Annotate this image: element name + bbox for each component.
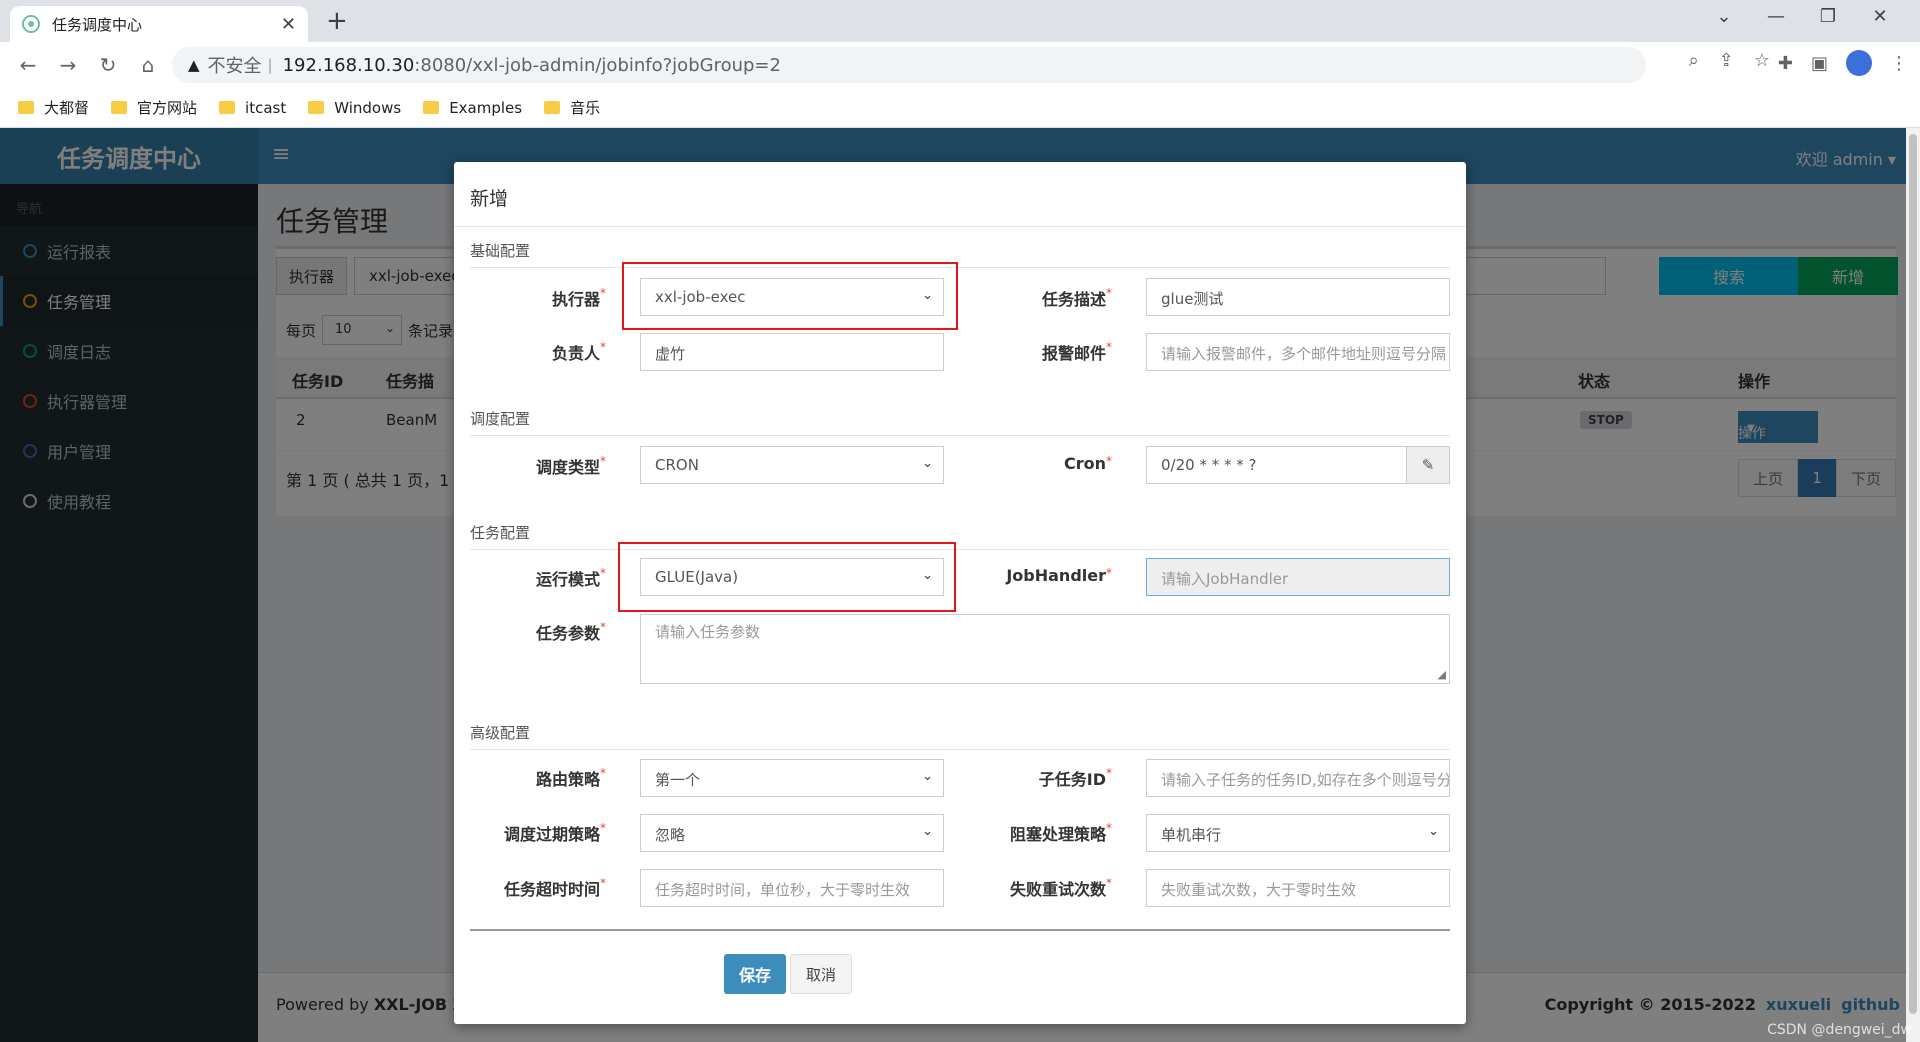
share-icon[interactable]: ⇪	[1719, 50, 1734, 71]
executor-label: 执行器*	[551, 286, 606, 309]
toolbar-right: ✚ ▣ ⋮	[1778, 50, 1908, 76]
bookmark-item[interactable]: Windows	[308, 99, 401, 117]
misfire-label: 调度过期策略*	[503, 821, 606, 844]
folder-icon	[544, 101, 561, 114]
browser-tabstrip: 任务调度中心 ✕ + ⌄ — ❐ ✕	[0, 0, 1920, 42]
job-desc-input[interactable]: glue测试	[1146, 278, 1450, 316]
folder-icon	[111, 101, 128, 114]
warning-icon[interactable]: ▲	[188, 56, 200, 74]
bookmarks-bar: 大都督 官方网站 itcast Windows Examples 音乐	[0, 88, 1920, 128]
tab-title: 任务调度中心	[52, 15, 143, 34]
bookmark-item[interactable]: 大都督	[18, 97, 89, 118]
tab-close-icon[interactable]: ✕	[281, 14, 296, 35]
chevron-down-icon: ⌄	[1428, 824, 1439, 839]
dialog-footer-divider	[470, 929, 1450, 931]
url-path: :8080/xxl-job-admin/jobinfo?jobGroup=2	[414, 54, 781, 76]
child-job-label: 子任务ID*	[1038, 766, 1112, 789]
minimize-icon[interactable]: —	[1750, 6, 1802, 27]
browser-tab[interactable]: 任务调度中心 ✕	[10, 6, 308, 42]
watermark: CSDN @dengwei_dw	[1767, 1022, 1912, 1038]
bookmark-item[interactable]: 音乐	[544, 97, 600, 118]
security-label[interactable]: 不安全	[208, 52, 262, 78]
bookmark-item[interactable]: Examples	[423, 99, 522, 117]
back-icon[interactable]: ←	[8, 53, 48, 77]
browser-toolbar: ← → ↻ ⌂ ▲ 不安全 | 192.168.10.30 :8080/xxl-…	[0, 42, 1920, 88]
url-host: 192.168.10.30	[282, 54, 415, 76]
sidepanel-icon[interactable]: ▣	[1811, 53, 1828, 74]
window-controls: ⌄ — ❐ ✕	[1698, 6, 1906, 27]
save-button[interactable]: 保存	[724, 954, 786, 994]
bookmark-item[interactable]: itcast	[219, 99, 286, 117]
url-separator: |	[267, 56, 273, 74]
home-icon[interactable]: ⌂	[128, 53, 168, 77]
close-window-icon[interactable]: ✕	[1854, 6, 1906, 27]
new-tab-icon[interactable]: +	[326, 6, 348, 36]
child-job-input[interactable]: 请输入子任务的任务ID,如存在多个则逗号分隔	[1146, 759, 1450, 797]
reload-icon[interactable]: ↻	[88, 53, 128, 77]
timeout-label: 任务超时时间*	[503, 876, 606, 899]
omnibox-actions: ⌕ ⇪ ☆	[1689, 50, 1770, 71]
section-basic-config: 基础配置	[470, 240, 1450, 268]
fail-retry-label: 失败重试次数*	[1009, 876, 1112, 899]
address-bar[interactable]: ▲ 不安全 | 192.168.10.30 :8080/xxl-job-admi…	[172, 47, 1646, 83]
job-handler-input[interactable]: 请输入JobHandler	[1146, 558, 1450, 596]
bookmark-star-icon[interactable]: ☆	[1754, 50, 1770, 71]
dialog-title: 新增	[470, 188, 509, 210]
fail-retry-input[interactable]: 失败重试次数，大于零时生效	[1146, 869, 1450, 907]
schedule-type-label: 调度类型*	[535, 454, 606, 477]
bookmark-item[interactable]: 官方网站	[111, 97, 197, 118]
author-label: 负责人*	[551, 340, 606, 363]
alarm-email-label: 报警邮件*	[1041, 340, 1112, 363]
dialog-divider	[454, 226, 1466, 227]
zoom-icon[interactable]: ⌕	[1689, 50, 1699, 71]
block-strategy-select[interactable]: 单机串行 ⌄	[1146, 814, 1450, 852]
section-task-config: 任务配置	[470, 522, 1450, 550]
alarm-email-input[interactable]: 请输入报警邮件，多个邮件地址则逗号分隔	[1146, 333, 1450, 371]
add-job-dialog: 新增 基础配置 执行器* xxl-job-exec ⌄ 任务描述* glue测试 …	[454, 162, 1466, 1024]
site-favicon-icon	[22, 15, 40, 33]
highlight-glue-type	[618, 542, 956, 612]
route-strategy-label: 路由策略*	[535, 766, 606, 789]
job-param-label: 任务参数*	[535, 620, 606, 643]
folder-icon	[219, 101, 236, 114]
tab-search-icon[interactable]: ⌄	[1698, 6, 1750, 27]
cron-input[interactable]: 0/20 * * * * ?	[1146, 446, 1408, 484]
page-scrollbar[interactable]	[1906, 128, 1920, 1042]
job-param-textarea[interactable]: 请输入任务参数 ◢	[640, 614, 1450, 684]
extensions-icon[interactable]: ✚	[1778, 53, 1793, 74]
folder-icon	[423, 101, 440, 114]
block-strategy-label: 阻塞处理策略*	[1009, 821, 1112, 844]
edit-icon[interactable]: ✎	[1406, 446, 1450, 484]
glue-type-label: 运行模式*	[535, 566, 606, 589]
folder-icon	[18, 101, 34, 114]
cron-label: Cron*	[1063, 454, 1112, 473]
section-advanced-config: 高级配置	[470, 722, 1450, 750]
menu-kebab-icon[interactable]: ⋮	[1890, 53, 1908, 74]
section-schedule-config: 调度配置	[470, 408, 1450, 436]
resize-grip-icon[interactable]: ◢	[1438, 668, 1446, 681]
forward-icon[interactable]: →	[48, 53, 88, 77]
restore-icon[interactable]: ❐	[1802, 6, 1854, 27]
folder-icon	[308, 101, 325, 114]
scrollbar-thumb[interactable]	[1909, 134, 1917, 1014]
highlight-executor	[622, 262, 958, 330]
cancel-button[interactable]: 取消	[790, 954, 852, 994]
profile-avatar[interactable]	[1846, 50, 1872, 76]
